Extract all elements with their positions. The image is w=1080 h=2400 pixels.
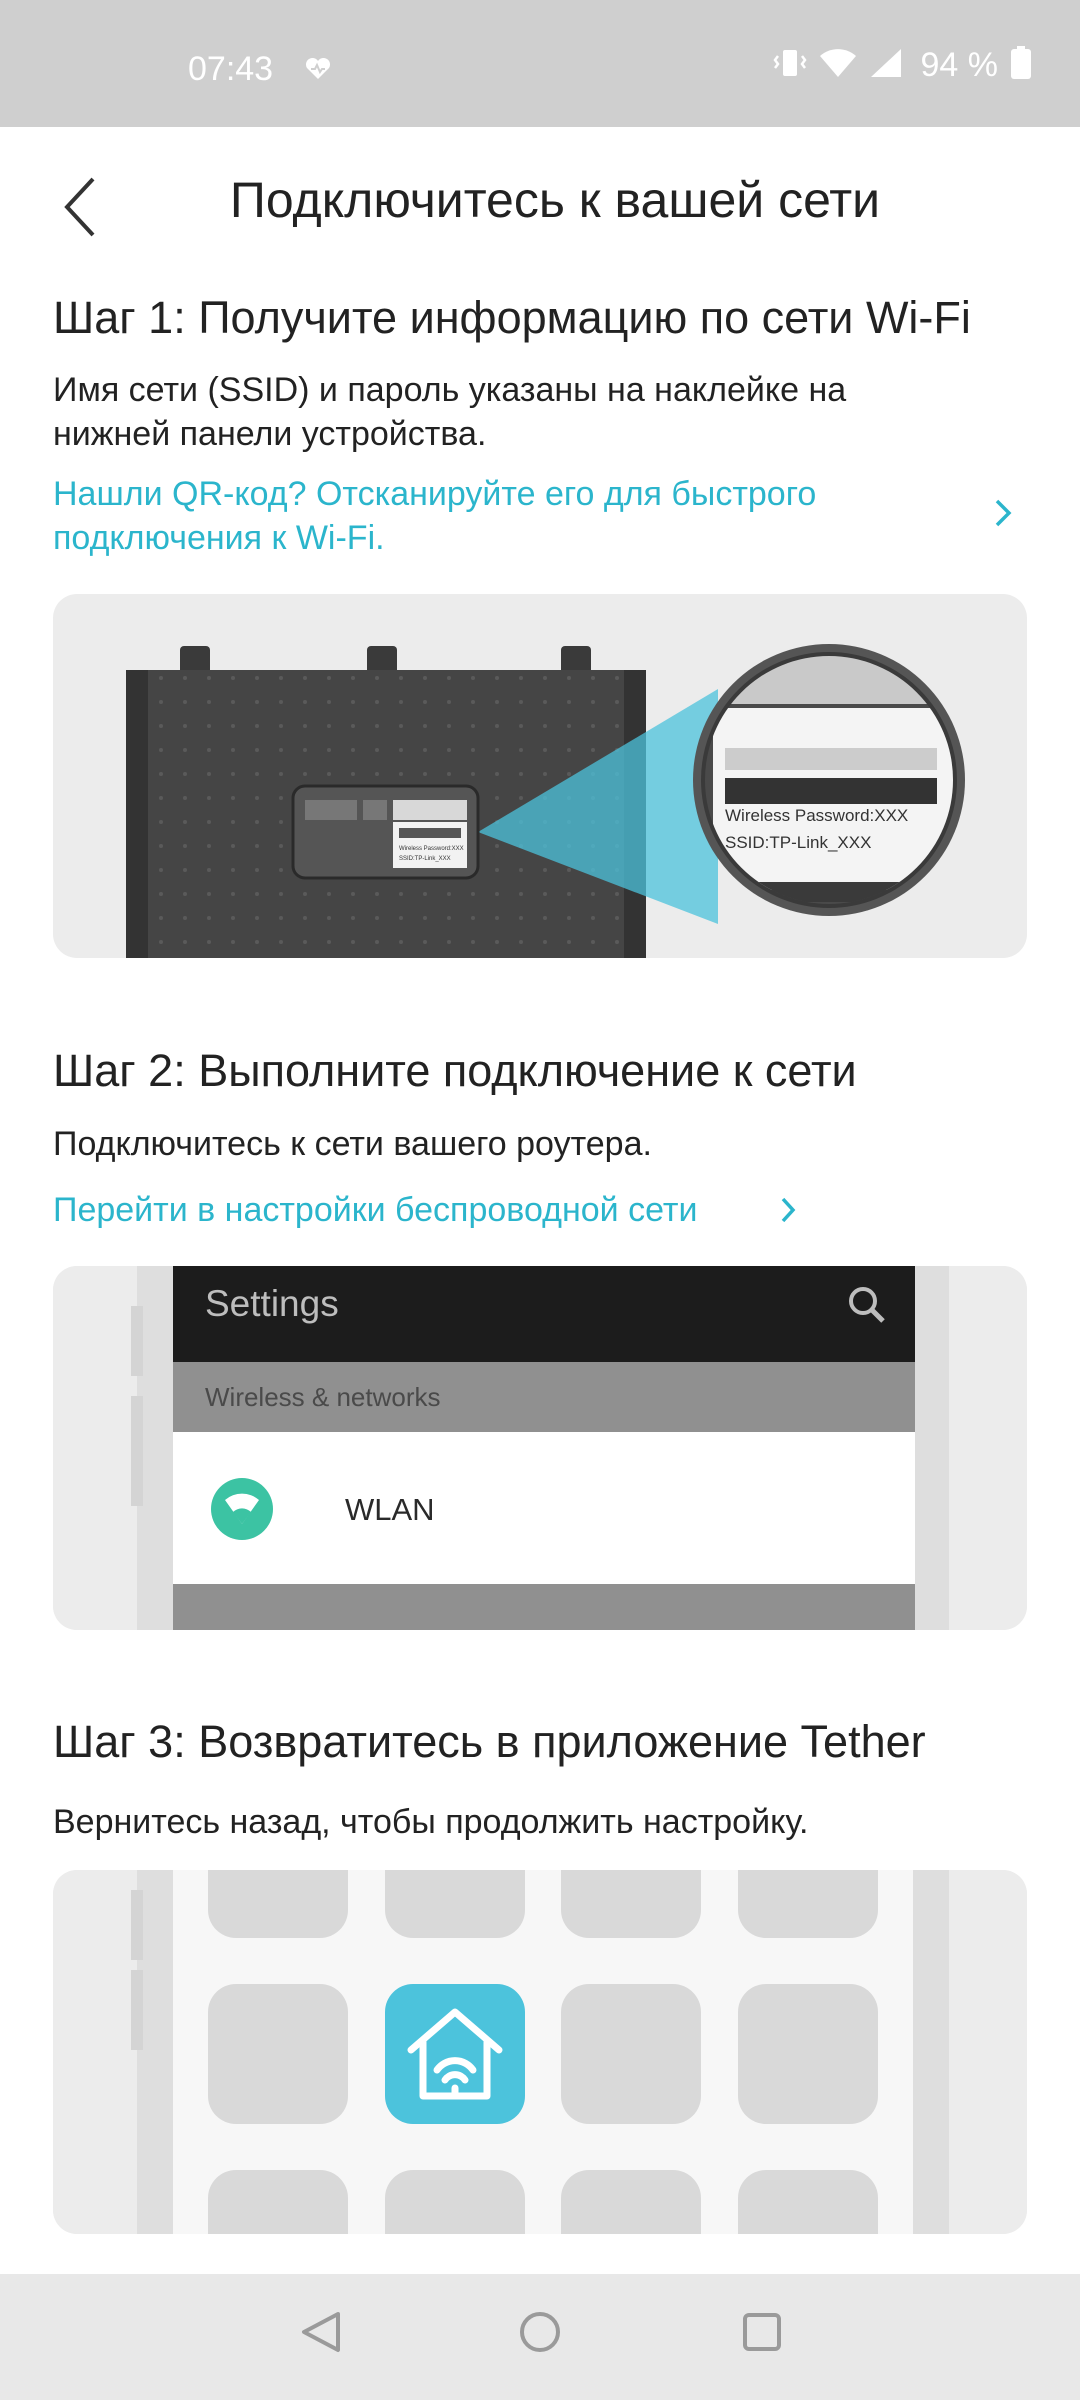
settings-title: Settings [205,1283,339,1324]
settings-illustration: Settings Wireless & networks WLAN [53,1266,1027,1630]
nav-home-icon[interactable] [518,2310,562,2354]
step1-title: Шаг 1: Получите информацию по сети Wi-Fi [53,292,971,343]
chevron-right-icon[interactable] [780,1196,796,1224]
step1-desc-line1: Имя сети (SSID) и пароль указаны на накл… [53,371,847,409]
top-bar: Подключитесь к вашей сети [0,127,1080,277]
qr-link-line2[interactable]: подключения к Wi-Fi. [53,516,385,560]
step1-desc-line2: нижней панели устройства. [53,415,487,453]
tether-app-illustration [53,1870,1027,2234]
wireless-networks-section: Wireless & networks [205,1382,441,1412]
small-password-text: Wireless Password:XXX [399,846,464,852]
vibrate-icon [772,46,807,85]
page-title: Подключитесь к вашей сети [229,172,881,228]
label-ssid-text: SSID:TP-Link_XXX [725,833,871,852]
battery-icon [1010,46,1032,85]
label-password-text: Wireless Password:XXX [725,806,908,825]
step3-desc: Вернитесь назад, чтобы продолжить настро… [53,1803,809,1841]
system-nav-bar [0,2274,1080,2400]
status-bar: 07:43 94 % [0,0,1080,127]
qr-link-line1[interactable]: Нашли QR-код? Отсканируйте его для быстр… [53,472,816,516]
chevron-right-icon[interactable] [994,498,1012,528]
small-ssid-text: SSID:TP-Link_XXX [399,856,451,862]
signal-icon [869,47,903,84]
step3-title: Шаг 3: Возвратитесь в приложение Tether [53,1716,926,1767]
wifi-icon [819,47,857,84]
status-time: 07:43 [188,50,274,88]
wlan-label: WLAN [345,1492,435,1527]
nav-back-icon[interactable] [300,2310,342,2354]
health-icon [305,57,331,85]
step2-desc: Подключитесь к сети вашего роутера. [53,1125,652,1163]
wlan-wifi-icon [211,1478,273,1540]
tether-app-icon [385,1984,525,2124]
router-label-illustration: Wireless Password:XXX SSID:TP-Link_XXX W… [53,594,1027,958]
nav-recents-icon[interactable] [742,2310,782,2354]
step2-title: Шаг 2: Выполните подключение к сети [53,1045,857,1096]
battery-percent: 94 % [920,46,999,84]
wireless-settings-link-text[interactable]: Перейти в настройки беспроводной сети [53,1188,697,1232]
